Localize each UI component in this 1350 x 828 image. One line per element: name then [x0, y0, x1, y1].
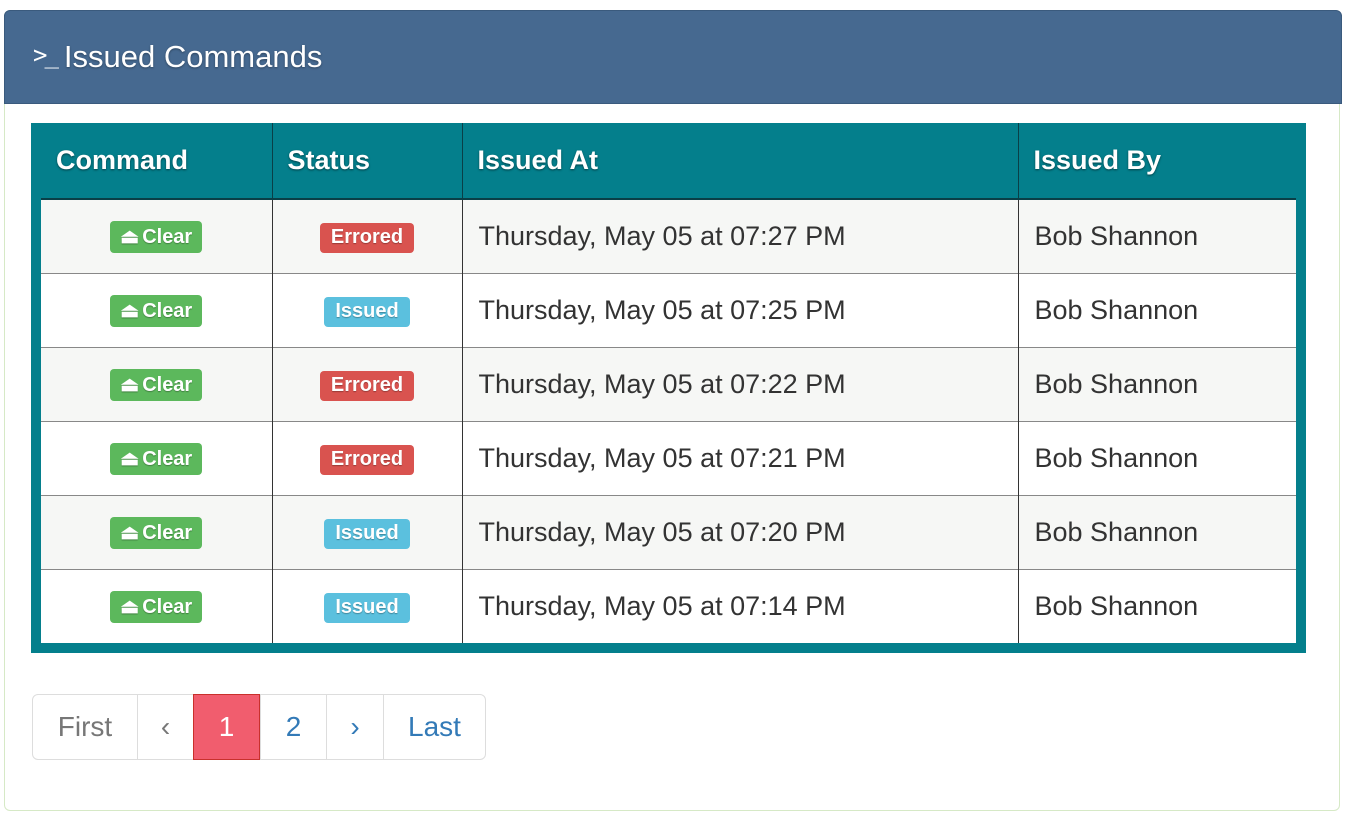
command-cell: ⏏ Clear — [41, 346, 272, 421]
status-cell: Errored — [271, 420, 462, 495]
status-cell: Errored — [271, 346, 462, 421]
page-2-button[interactable]: 2 — [260, 695, 326, 759]
column-header-status: Status — [271, 123, 462, 200]
eject-icon: ⏏ — [120, 596, 140, 619]
issued-by-cell: Bob Shannon — [1017, 420, 1296, 495]
page-next-button[interactable]: › — [326, 695, 383, 759]
table-row: ⏏ Clear Issued Thursday, May 05 at 07:20 PM… — [41, 494, 1296, 569]
eject-icon: ⏏ — [120, 300, 140, 322]
issued-at-cell: Thursday, May 05 at 07:20 PM — [461, 494, 1018, 569]
clear-button-label: Clear — [142, 374, 193, 396]
table-row: ⏏ Clear Errored Thursday, May 05 at 07:22 P… — [41, 346, 1296, 421]
page-first-button[interactable]: First — [33, 695, 137, 759]
eject-icon: ⏏ — [120, 448, 140, 470]
column-header-issued-by: Issued By — [1017, 123, 1296, 200]
command-cell: ⏏ Clear — [41, 272, 272, 347]
clear-command-button[interactable]: ⏏ Clear — [110, 295, 203, 327]
issued-at-cell: Thursday, May 05 at 07:22 PM — [461, 346, 1018, 421]
status-cell: Issued — [271, 272, 462, 347]
issued-by-cell: Bob Shannon — [1017, 346, 1296, 421]
clear-button-label: Clear — [142, 522, 193, 544]
table-row: ⏏ Clear Errored Thursday, May 05 at 07:27 P… — [41, 198, 1296, 273]
table-row: ⏏ Clear Issued Thursday, May 05 at 07:14 PM… — [41, 568, 1296, 643]
status-badge: Errored — [319, 371, 415, 401]
status-badge: Errored — [319, 445, 415, 475]
page-last-button[interactable]: Last — [383, 695, 485, 759]
status-badge: Issued — [324, 593, 410, 624]
clear-command-button[interactable]: ⏏ Clear — [110, 221, 203, 254]
issued-by-cell: Bob Shannon — [1017, 568, 1296, 643]
status-badge: Issued — [324, 297, 410, 327]
status-badge: Errored — [319, 223, 415, 254]
clear-command-button[interactable]: ⏏ Clear — [110, 517, 203, 549]
command-cell: ⏏ Clear — [41, 420, 272, 495]
page-1-button[interactable]: 1 — [193, 694, 260, 760]
clear-button-label: Clear — [142, 300, 193, 322]
clear-command-button[interactable]: ⏏ Clear — [110, 443, 203, 475]
commands-table-frame: Command Status Issued At Issued By ⏏ Clea… — [31, 123, 1306, 653]
status-cell: Issued — [271, 494, 462, 569]
eject-icon: ⏏ — [120, 522, 140, 544]
clear-command-button[interactable]: ⏏ Clear — [110, 591, 203, 624]
issued-by-cell: Bob Shannon — [1017, 272, 1296, 347]
terminal-icon: >_ — [33, 41, 59, 69]
table-header-row: Command Status Issued At Issued By — [41, 123, 1296, 200]
issued-by-cell: Bob Shannon — [1017, 198, 1296, 273]
eject-icon: ⏏ — [120, 226, 140, 249]
panel-heading: >_ Issued Commands — [4, 10, 1342, 104]
column-header-issued-at: Issued At — [461, 123, 1018, 200]
clear-button-label: Clear — [142, 226, 193, 249]
commands-table: Command Status Issued At Issued By ⏏ Clea… — [41, 123, 1296, 643]
issued-at-cell: Thursday, May 05 at 07:21 PM — [461, 420, 1018, 495]
issued-at-cell: Thursday, May 05 at 07:25 PM — [461, 272, 1018, 347]
command-cell: ⏏ Clear — [41, 568, 272, 643]
page-prev-button[interactable]: ‹ — [137, 695, 193, 759]
clear-button-label: Clear — [142, 596, 193, 619]
pagination: First ‹ 1 2 › Last — [32, 694, 486, 760]
table-row: ⏏ Clear Errored Thursday, May 05 at 07:21 P… — [41, 420, 1296, 495]
eject-icon: ⏏ — [120, 374, 140, 396]
status-cell: Errored — [271, 198, 462, 273]
issued-at-cell: Thursday, May 05 at 07:14 PM — [461, 568, 1018, 643]
command-cell: ⏏ Clear — [41, 494, 272, 569]
issued-at-cell: Thursday, May 05 at 07:27 PM — [461, 198, 1018, 273]
command-cell: ⏏ Clear — [41, 198, 272, 273]
clear-button-label: Clear — [142, 448, 193, 470]
issued-by-cell: Bob Shannon — [1017, 494, 1296, 569]
panel-title: Issued Commands — [63, 39, 323, 74]
table-row: ⏏ Clear Issued Thursday, May 05 at 07:25 PM… — [41, 272, 1296, 347]
status-cell: Issued — [271, 568, 462, 643]
clear-command-button[interactable]: ⏏ Clear — [110, 369, 203, 401]
column-header-command: Command — [41, 123, 272, 200]
status-badge: Issued — [324, 519, 410, 549]
